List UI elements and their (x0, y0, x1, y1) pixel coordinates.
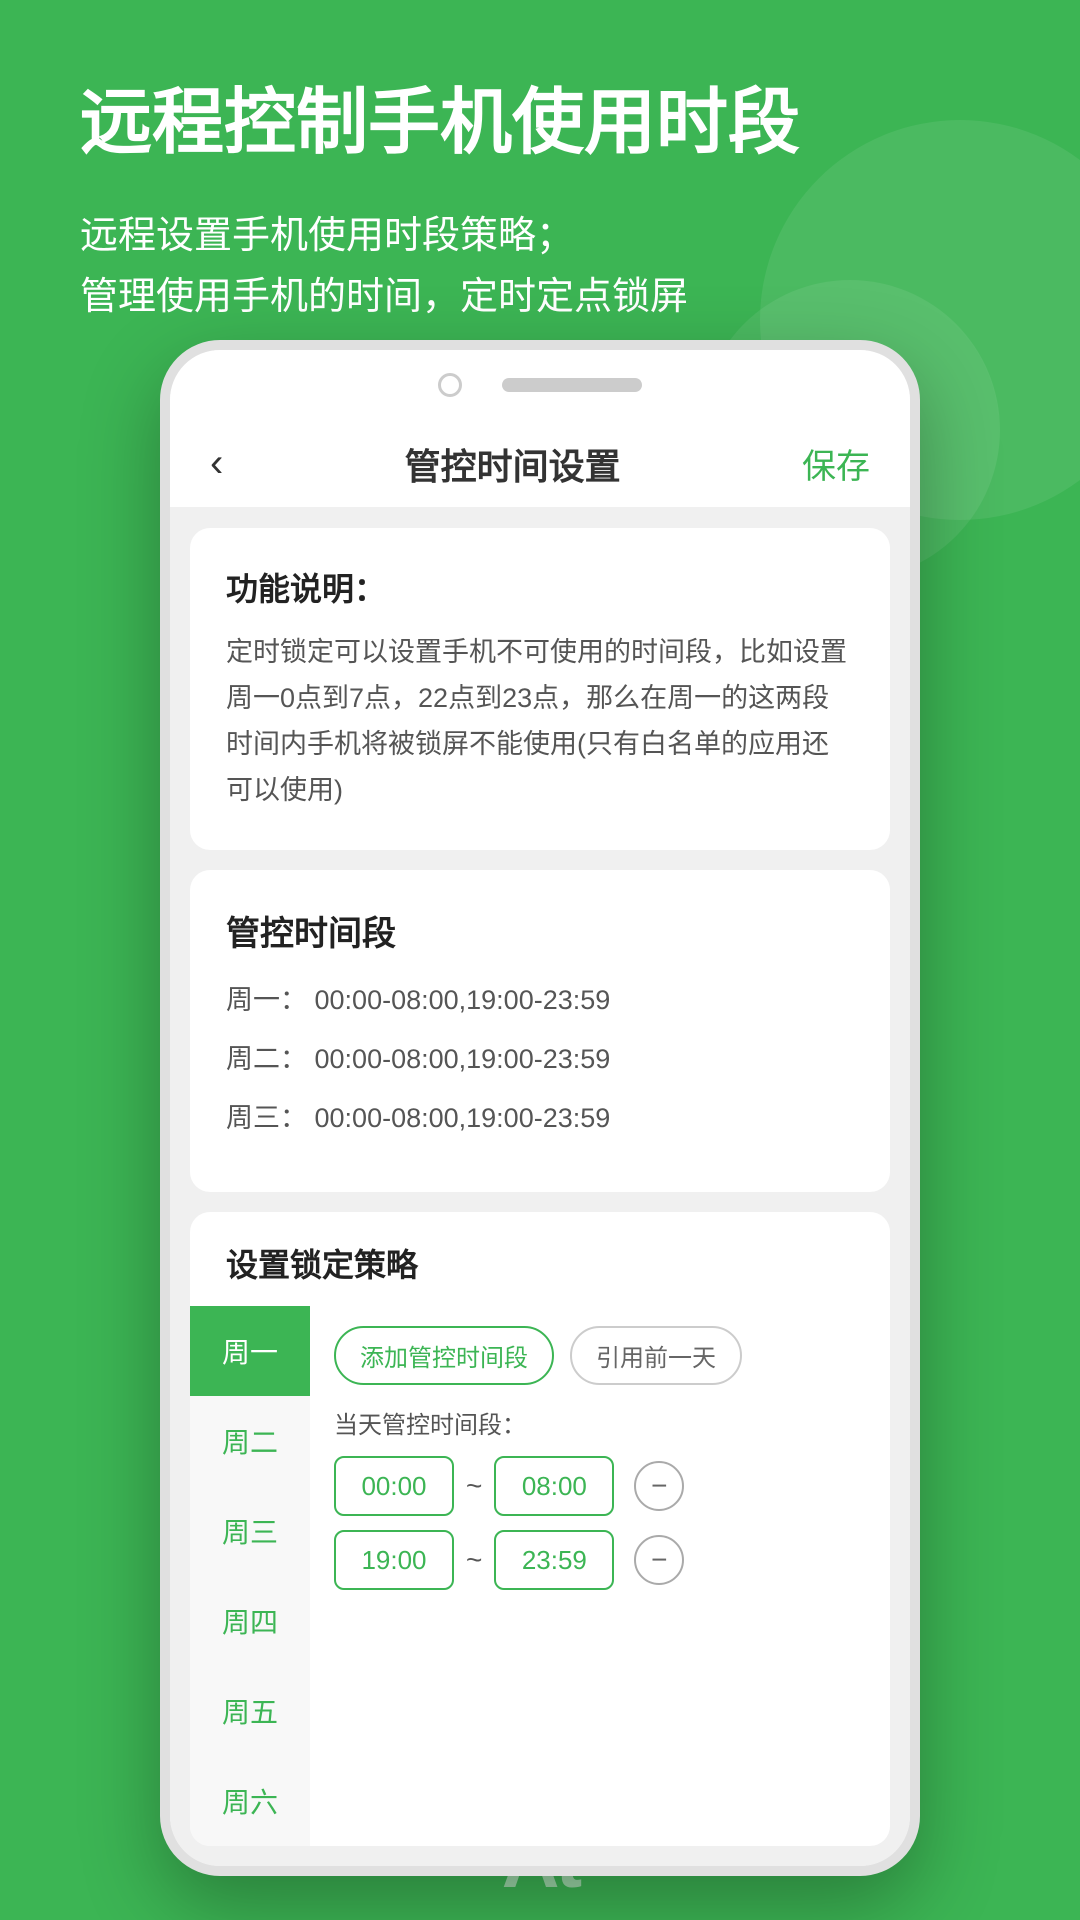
end-time-1[interactable]: 08:00 (494, 1456, 614, 1516)
sub-line2: 管理使用手机的时间，定时定点锁屏 (80, 276, 688, 318)
remove-slot-1[interactable]: − (634, 1461, 684, 1511)
phone-mockup: ‹ 管控时间设置 保存 功能说明： 定时锁定可以设置手机不可使用的时间段，比如设… (160, 340, 920, 1876)
nav-title: 管控时间设置 (405, 438, 621, 490)
day-item-friday[interactable]: 周五 (190, 1666, 310, 1756)
table-row: 周三： 00:00-08:00,19:00-23:59 (226, 1097, 854, 1140)
table-row: 周一： 00:00-08:00,19:00-23:59 (226, 979, 854, 1022)
feature-desc-card: 功能说明： 定时锁定可以设置手机不可使用的时间段，比如设置周一0点到7点，22点… (190, 528, 890, 850)
remove-slot-2[interactable]: − (634, 1535, 684, 1585)
managed-periods-title: 管控时间段 (226, 906, 854, 955)
start-time-1[interactable]: 00:00 (334, 1456, 454, 1516)
app-content: 功能说明： 定时锁定可以设置手机不可使用的时间段，比如设置周一0点到7点，22点… (170, 508, 910, 1866)
back-button[interactable]: ‹ (210, 441, 223, 486)
table-row: 周二： 00:00-08:00,19:00-23:59 (226, 1038, 854, 1081)
strategy-card: 设置锁定策略 周一 周二 周三 周四 (190, 1212, 890, 1846)
phone-speaker (502, 378, 642, 392)
phone-camera (438, 373, 462, 397)
tilde-1: ~ (466, 1470, 482, 1502)
feature-desc-content: 定时锁定可以设置手机不可使用的时间段，比如设置周一0点到7点，22点到23点，那… (226, 630, 854, 814)
strategy-content: 添加管控时间段 引用前一天 当天管控时间段： 00:00 ~ 08:00 − (310, 1306, 890, 1846)
subtitle: 远程设置手机使用时段策略； 管理使用手机的时间，定时定点锁屏 (80, 206, 1000, 328)
day-sidebar: 周一 周二 周三 周四 周五 (190, 1306, 310, 1846)
managed-periods-card: 管控时间段 周一： 00:00-08:00,19:00-23:59 周二： 00… (190, 870, 890, 1193)
day-item-monday[interactable]: 周一 (190, 1306, 310, 1396)
time-slot-1: 00:00 ~ 08:00 − (334, 1456, 866, 1516)
tilde-2: ~ (466, 1544, 482, 1576)
app-nav-bar: ‹ 管控时间设置 保存 (170, 420, 910, 508)
day-item-tuesday[interactable]: 周二 (190, 1396, 310, 1486)
current-period-label: 当天管控时间段： (334, 1405, 866, 1440)
end-time-2[interactable]: 23:59 (494, 1530, 614, 1590)
header-section: 远程控制手机使用时段 远程设置手机使用时段策略； 管理使用手机的时间，定时定点锁… (0, 0, 1080, 368)
feature-desc-title: 功能说明： (226, 564, 854, 610)
main-title: 远程控制手机使用时段 (80, 80, 1000, 166)
strategy-body: 周一 周二 周三 周四 周五 (190, 1306, 890, 1846)
add-period-button[interactable]: 添加管控时间段 (334, 1326, 554, 1385)
day-item-wednesday[interactable]: 周三 (190, 1486, 310, 1576)
day-item-saturday[interactable]: 周六 (190, 1756, 310, 1846)
phone-top-bar (170, 350, 910, 420)
strategy-title: 设置锁定策略 (190, 1212, 890, 1306)
day-item-thursday[interactable]: 周四 (190, 1576, 310, 1666)
start-time-2[interactable]: 19:00 (334, 1530, 454, 1590)
strategy-btn-row: 添加管控时间段 引用前一天 (334, 1326, 866, 1385)
save-button[interactable]: 保存 (802, 439, 870, 488)
sub-line1: 远程设置手机使用时段策略； (80, 215, 574, 257)
copy-previous-button[interactable]: 引用前一天 (570, 1326, 742, 1385)
time-slot-2: 19:00 ~ 23:59 − (334, 1530, 866, 1590)
phone-frame: ‹ 管控时间设置 保存 功能说明： 定时锁定可以设置手机不可使用的时间段，比如设… (160, 340, 920, 1876)
